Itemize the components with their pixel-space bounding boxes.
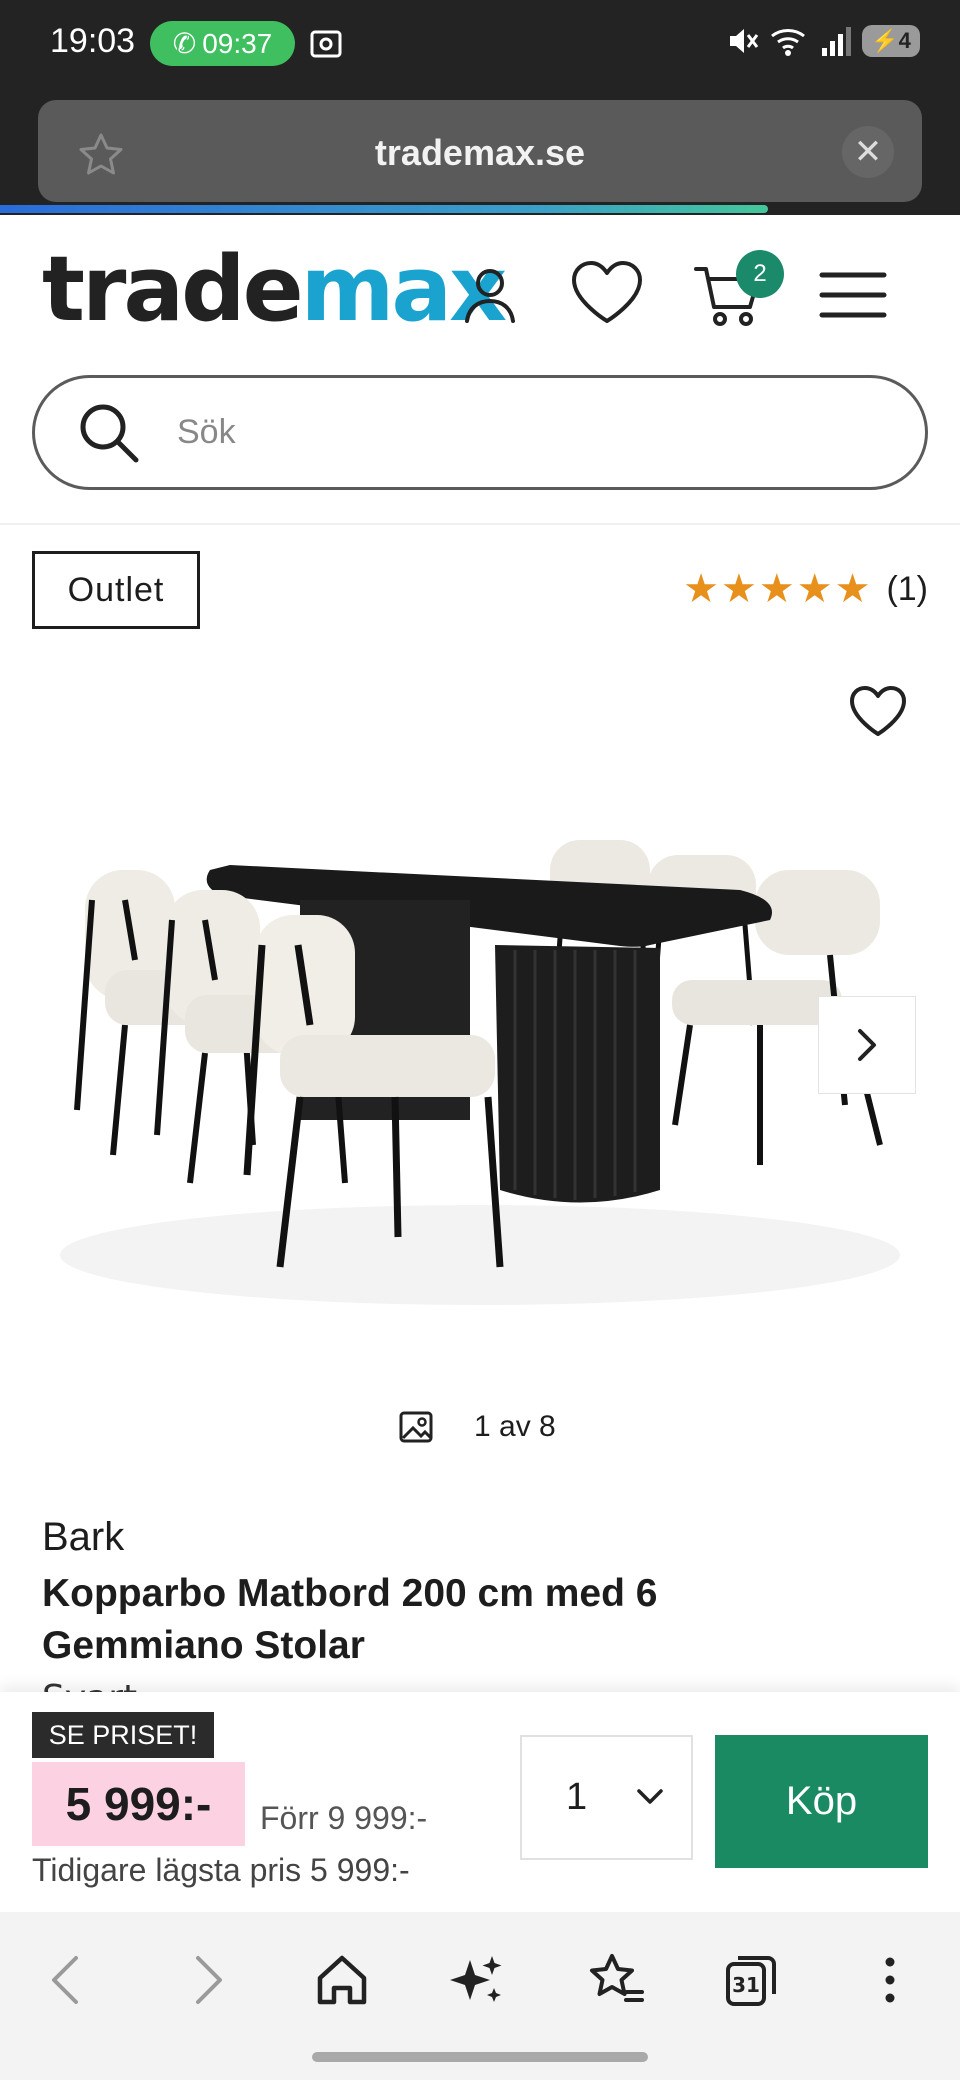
sparkle-icon[interactable] — [448, 1950, 508, 2010]
review-count[interactable]: (1) — [886, 570, 928, 609]
bookmark-star-icon[interactable] — [586, 1950, 646, 2010]
user-icon[interactable] — [455, 255, 525, 335]
image-icon — [399, 1411, 433, 1443]
product-variant: Svart — [42, 1678, 137, 1692]
mute-icon — [730, 29, 759, 53]
battery-indicator: ⚡ 4 — [862, 25, 920, 57]
product-brand[interactable]: Bark — [42, 1515, 124, 1560]
home-icon[interactable] — [312, 1950, 372, 2010]
product-image[interactable] — [0, 770, 960, 1370]
cart-count-badge: 2 — [736, 250, 784, 298]
chevron-down-icon — [637, 1789, 663, 1804]
outlet-badge: Outlet — [32, 551, 200, 629]
phone-icon: ✆ — [172, 28, 197, 59]
back-icon[interactable] — [38, 1950, 98, 2010]
tabs-icon[interactable]: 31 — [722, 1950, 782, 2010]
quantity-select[interactable]: 1 — [520, 1735, 693, 1860]
wifi-icon — [771, 29, 805, 56]
favorite-heart-icon[interactable] — [848, 684, 908, 740]
quantity-value: 1 — [566, 1776, 588, 1818]
trademax-logo[interactable]: trademax — [42, 245, 507, 335]
product-title: Kopparbo Matbord 200 cm med 6 Gemmiano S… — [42, 1572, 658, 1667]
promo-label: SE PRISET! — [32, 1712, 214, 1758]
buy-bar: SE PRISET! 5 999:- Förr 9 999:- Tidigare… — [0, 1692, 960, 1912]
chevron-right-icon — [858, 1029, 876, 1061]
image-counter: 1 av 8 — [398, 1410, 556, 1444]
browser-toolbar: trademax.se ✕ — [0, 90, 960, 215]
current-price: 5 999:- — [32, 1762, 245, 1846]
before-price: Förr 9 999:- — [260, 1800, 428, 1836]
search-input[interactable] — [177, 413, 817, 452]
call-indicator[interactable]: ✆ 09:37 — [150, 21, 295, 66]
signal-icon — [822, 27, 851, 56]
svg-text:31: 31 — [732, 1973, 760, 1997]
call-timer: 09:37 — [202, 27, 273, 59]
status-time: 19:03 — [50, 22, 136, 60]
rating-stars: ★★★★★ — [683, 566, 873, 612]
status-bar: 19:03 ✆ 09:37 ⚡ 4 — [0, 0, 960, 90]
address-bar[interactable]: trademax.se ✕ — [38, 100, 922, 202]
url-text[interactable]: trademax.se — [38, 132, 922, 174]
menu-icon[interactable] — [818, 255, 888, 335]
gallery-next-button[interactable] — [818, 996, 916, 1094]
product-rating[interactable]: ★★★★★ (1) — [683, 566, 928, 612]
more-icon[interactable] — [860, 1950, 920, 2010]
page-load-progress — [0, 205, 768, 213]
buy-button[interactable]: Köp — [715, 1735, 928, 1868]
search-icon[interactable] — [75, 399, 143, 467]
image-counter-text: 1 av 8 — [474, 1410, 556, 1443]
lowest-price-note: Tidigare lägsta pris 5 999:- — [32, 1852, 410, 1888]
screenshot-icon — [310, 30, 342, 58]
forward-icon[interactable] — [176, 1950, 236, 2010]
search-bar[interactable] — [32, 375, 928, 490]
close-icon[interactable]: ✕ — [842, 126, 894, 178]
gesture-bar[interactable] — [312, 2052, 648, 2062]
browser-bottom-nav: 31 — [0, 1912, 960, 2080]
status-indicators: ⚡ 4 — [726, 24, 920, 58]
heart-icon[interactable] — [568, 255, 646, 335]
